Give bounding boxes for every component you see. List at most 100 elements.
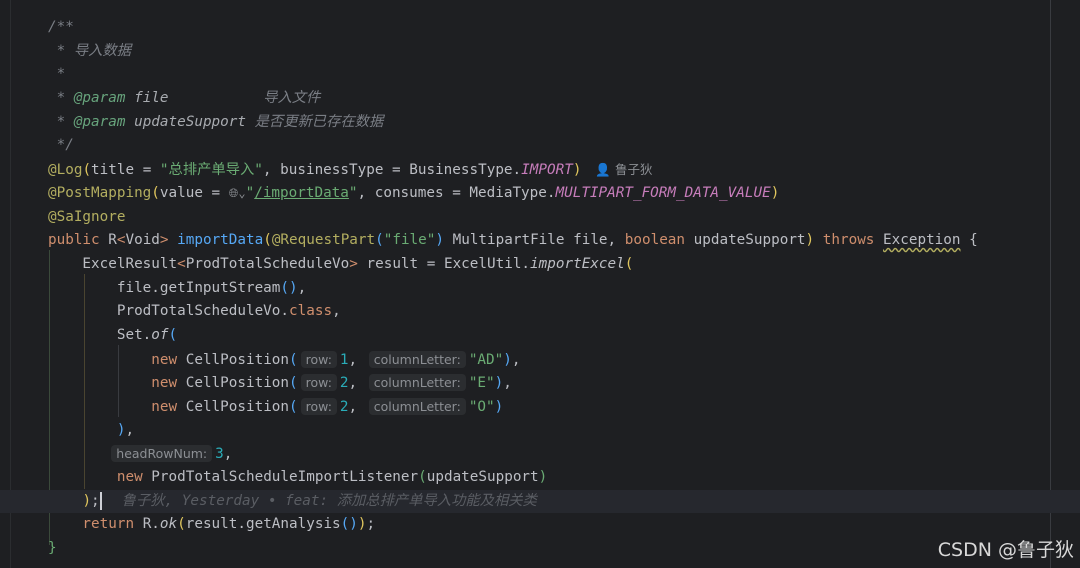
code-token: boolean: [624, 232, 694, 249]
code-token: @param: [73, 90, 126, 107]
code-token: ,: [297, 279, 307, 296]
code-token: MULTIPART_FORM_DATA_VALUE: [555, 184, 771, 201]
code-token: ok: [159, 516, 178, 533]
code-token: (: [151, 184, 160, 201]
inlay-hint: row:: [300, 374, 337, 392]
code-token: CellPosition: [185, 375, 290, 392]
code-token: "file": [383, 232, 436, 249]
code-token: new: [48, 375, 186, 392]
code-token: ExcelResult: [48, 255, 178, 272]
code-line[interactable]: * 导入数据: [0, 40, 1080, 64]
code-token: {: [960, 232, 978, 249]
code-token: ProdTotalScheduleVo: [185, 255, 350, 272]
code-token: (: [289, 351, 298, 368]
code-token: *: [48, 66, 66, 83]
code-line[interactable]: Set.of(: [0, 324, 1080, 348]
code-token: @Log: [48, 162, 83, 179]
code-line[interactable]: * @param file 导入文件: [0, 87, 1080, 111]
code-token: throws: [814, 232, 884, 249]
code-token: (: [82, 162, 92, 179]
code-token: *: [48, 113, 74, 130]
author-inlay[interactable]: 👤 鲁子狄: [595, 162, 652, 177]
code-line[interactable]: * @param updateSupport 是否更新已存在数据: [0, 111, 1080, 135]
code-line[interactable]: public R<Void> importData(@RequestPart("…: [0, 229, 1080, 253]
code-token: R.: [142, 516, 160, 533]
code-line[interactable]: @SaIgnore: [0, 206, 1080, 230]
code-token: MultipartFile file,: [444, 232, 625, 249]
code-line[interactable]: ProdTotalScheduleVo.class,: [0, 300, 1080, 324]
code-token: new: [48, 399, 186, 415]
code-token: ): [572, 162, 582, 179]
code-token: file: [125, 90, 169, 107]
inlay-hint: columnLetter:: [368, 398, 466, 415]
code-token: ,: [223, 446, 233, 463]
code-token: value =: [159, 184, 229, 201]
code-line[interactable]: headRowNum: 3,: [0, 442, 1080, 466]
code-token: ): [82, 492, 92, 509]
code-token: "总排产单导入": [159, 162, 263, 179]
code-line[interactable]: new CellPosition(row: 2, columnLetter: "E"…: [0, 371, 1080, 395]
code-token: (: [263, 232, 272, 249]
code-token: ProdTotalScheduleImportListener: [151, 469, 419, 486]
code-token: importData: [177, 232, 264, 249]
code-token: importExcel: [530, 255, 625, 272]
code-token: "O": [468, 399, 495, 415]
code-token: (: [177, 516, 186, 533]
code-line[interactable]: new CellPosition(row: 2, columnLetter: "O"…: [0, 395, 1080, 419]
code-line[interactable]: @Log(title = "总排产单导入", businessType = Bu…: [0, 158, 1080, 182]
code-line[interactable]: ExcelResult<ProdTotalScheduleVo> result …: [0, 253, 1080, 277]
code-token: >: [159, 232, 178, 249]
code-line[interactable]: return R.ok(result.getAnalysis());: [0, 513, 1080, 537]
code-token: new: [48, 469, 152, 486]
code-token: @param: [73, 113, 126, 130]
code-token: 2: [339, 375, 349, 392]
code-token: /**: [48, 19, 74, 35]
code-editor[interactable]: /** * 导入数据 * * @param file 导入文件 * @param…: [0, 16, 1080, 561]
code-line[interactable]: }: [0, 537, 1080, 561]
globe-icon[interactable]: 🌐︎⌄: [229, 186, 246, 200]
code-token: ): [435, 232, 444, 249]
code-token: >: [349, 255, 367, 272]
code-line[interactable]: /**: [0, 16, 1080, 40]
code-token: ;: [366, 516, 376, 533]
code-token: 导入文件: [168, 90, 321, 107]
code-token: public: [48, 232, 109, 249]
code-token: @PostMapping: [48, 184, 152, 201]
code-token: , consumes = MediaType.: [357, 184, 556, 201]
code-token: *: [48, 90, 74, 107]
code-token: (: [168, 326, 178, 343]
code-line[interactable]: file.getInputStream(),: [0, 277, 1080, 301]
code-token: "E": [468, 375, 495, 392]
inlay-hint: row:: [300, 398, 337, 415]
code-token: result.getAnalysis: [185, 516, 341, 533]
code-line[interactable]: new CellPosition(row: 1, columnLetter: "AD…: [0, 348, 1080, 372]
code-token: ": [245, 184, 255, 201]
code-token: @SaIgnore: [48, 208, 126, 225]
code-line[interactable]: ),: [0, 419, 1080, 443]
url-link[interactable]: /importData: [254, 185, 349, 201]
code-token: ,: [348, 375, 366, 392]
code-line[interactable]: new ProdTotalScheduleImportListener(upda…: [0, 466, 1080, 490]
code-token: ,: [125, 421, 135, 438]
watermark: CSDN @鲁子狄: [937, 539, 1074, 561]
code-line[interactable]: @PostMapping(value = 🌐︎⌄"/importData", c…: [0, 182, 1080, 206]
code-token: ,: [503, 375, 512, 392]
code-token: Set.: [48, 326, 152, 343]
code-line[interactable]: ); 鲁子狄, Yesterday • feat: 添加总排产单导入功能及相关类: [0, 489, 1080, 514]
code-token: ": [348, 184, 358, 201]
code-token: (: [375, 232, 384, 249]
text-caret: [99, 491, 102, 510]
code-token: 2: [339, 399, 349, 415]
code-token: <: [177, 255, 186, 272]
code-token: (): [340, 516, 358, 533]
code-token: @RequestPart: [271, 232, 376, 249]
code-token: of: [151, 326, 169, 343]
code-line[interactable]: */: [0, 134, 1080, 158]
code-line[interactable]: *: [0, 63, 1080, 87]
code-token: }: [48, 540, 57, 557]
code-token: (: [289, 399, 298, 415]
inlay-hint: headRowNum:: [111, 445, 213, 463]
inlay-hint: row:: [300, 350, 337, 368]
